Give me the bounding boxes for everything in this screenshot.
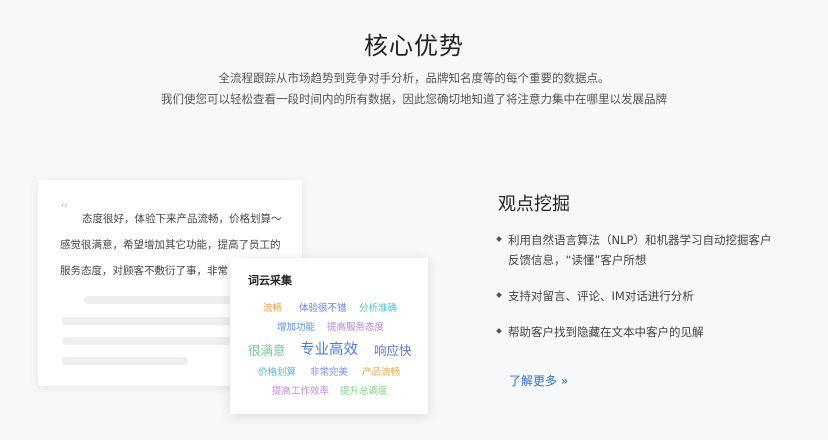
learn-more-link[interactable]: 了解更多 » xyxy=(509,372,568,389)
cloud-word: 增加功能 xyxy=(277,322,316,333)
cloud-word: 提高服务态度 xyxy=(327,322,385,333)
feature-item-1-line-1: 利用自然语言算法（NLP）和机器学习自动挖掘客户 xyxy=(508,233,772,247)
page-subtitle: 全流程跟踪从市场趋势到竞争对手分析，品牌知名度等的每个重要的数据点。 我们使您可… xyxy=(0,68,828,110)
bullet-icon xyxy=(496,327,502,334)
review-line-2: 感觉很满意，希望增加其它功能，提高了员工的 xyxy=(60,239,281,251)
word-cloud-title: 词云采集 xyxy=(248,274,292,287)
feature-item-nlp: 利用自然语言算法（NLP）和机器学习自动挖掘客户 反馈信息，“读懂”客户所想 xyxy=(496,230,797,270)
bullet-icon xyxy=(496,235,502,242)
cloud-word: 分析准确 xyxy=(359,303,398,314)
cloud-word: 很满意 xyxy=(248,343,286,358)
review-line-1: 态度很好，体验下来产品流畅，价格划算～ xyxy=(82,213,282,225)
cloud-word: 流畅 xyxy=(263,303,283,314)
cloud-word: 价格划算 xyxy=(258,367,297,378)
cloud-word: 提高工作效率 xyxy=(272,386,330,397)
cloud-word: 产品流畅 xyxy=(362,367,401,378)
page-title: 核心优势 xyxy=(364,32,464,60)
cloud-word: 非常完美 xyxy=(310,367,349,378)
feature-item-3: 帮助客户找到隐藏在文本中客户的见解 xyxy=(508,325,704,339)
feature-item-analysis: 支持对留言、评论、IM对话进行分析 xyxy=(496,286,797,306)
subtitle-line-2: 我们使您可以轻松查看一段时间内的所有数据，因此您确切地知道了将注意力集中在哪里以… xyxy=(161,92,667,106)
cloud-word: 专业高效 xyxy=(300,342,358,358)
word-cloud-card: 词云采集 流畅 体验很不错 分析准确 增加功能 提高服务态度 很满意 专业高效 … xyxy=(230,258,428,414)
subtitle-line-1: 全流程跟踪从市场趋势到竞争对手分析，品牌知名度等的每个重要的数据点。 xyxy=(218,71,610,85)
feature-item-1-line-2: 反馈信息，“读懂”客户所想 xyxy=(508,253,647,267)
placeholder-line xyxy=(62,357,188,365)
feature-item-2: 支持对留言、评论、IM对话进行分析 xyxy=(508,289,694,303)
bullet-icon xyxy=(496,291,502,298)
feature-item-insight: 帮助客户找到隐藏在文本中客户的见解 xyxy=(496,322,797,342)
feature-title: 观点挖掘 xyxy=(498,194,570,215)
cloud-word: 提升总调度 xyxy=(340,386,388,397)
cloud-word: 响应快 xyxy=(374,343,412,358)
cloud-word: 体验很不错 xyxy=(299,303,347,314)
